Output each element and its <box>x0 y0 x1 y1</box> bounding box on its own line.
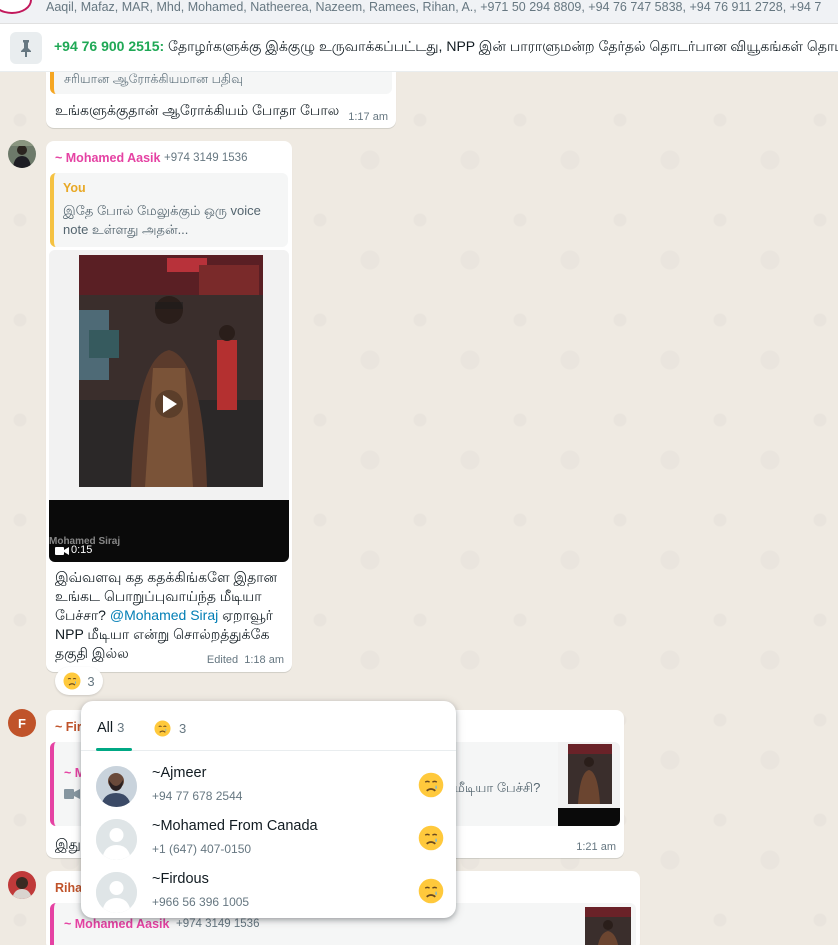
crying-face-icon <box>418 772 444 798</box>
edited-label: Edited <box>206 654 239 666</box>
sender-phone: +974 3149 1536 <box>164 152 248 164</box>
message-text: இவ்வளவு கத கதக்கிங்களே இதான உங்கட பொறுப்… <box>55 568 285 663</box>
chat-header[interactable]: Aaqil, Mafaz, MAR, Mhd, Mohamed, Natheer… <box>0 0 838 24</box>
reactor-phone: +966 56 396 1005 <box>152 895 250 909</box>
reactions-popup[interactable]: All 3 3 ~Ajmeer +94 77 678 2544 ~Mohamed… <box>81 701 456 918</box>
video-camera-icon <box>55 547 69 555</box>
default-avatar-icon <box>96 872 137 913</box>
message-text: உங்களுக்குதான் ஆரோக்கியம் போதா போல <box>55 102 340 118</box>
tab-crying-emoji[interactable]: 3 <box>154 720 186 737</box>
crying-face-icon <box>154 720 171 737</box>
video-message[interactable]: Mohamed Siraj 0:15 <box>49 250 289 562</box>
group-avatar[interactable] <box>0 0 32 14</box>
reactor-name: ~Mohamed From Canada <box>152 818 318 834</box>
crying-face-icon <box>63 672 81 690</box>
reactor-name: ~Firdous <box>152 871 209 887</box>
video-duration: 0:15 <box>71 544 93 556</box>
tab-all-label: All <box>97 720 114 736</box>
reaction-tabs: All 3 3 <box>81 701 456 751</box>
quoted-message[interactable]: You இதே போல் மேலுக்கும் ஒரு voice note உ… <box>50 173 288 247</box>
quoted-author: You <box>63 181 86 195</box>
reaction-count: 3 <box>87 673 95 689</box>
group-members-list: Aaqil, Mafaz, MAR, Mhd, Mohamed, Natheer… <box>46 0 822 14</box>
sender-avatar[interactable]: F <box>8 709 36 737</box>
crying-face-icon <box>418 878 444 904</box>
reactor-row[interactable]: ~Firdous +966 56 396 1005 <box>81 865 456 918</box>
quoted-message[interactable]: சரியான ஆரோக்கியமான பதிவு <box>50 72 392 94</box>
reactor-phone: +94 77 678 2544 <box>152 789 243 803</box>
crying-face-icon <box>418 825 444 851</box>
sender-avatar[interactable] <box>8 140 36 168</box>
reaction-chip[interactable]: 3 <box>55 667 103 695</box>
quoted-sender: ~ Mohamed Aasik <box>64 917 170 931</box>
reactor-row[interactable]: ~Mohamed From Canada +1 (647) 407-0150 <box>81 812 456 865</box>
mention-link[interactable]: @Mohamed Siraj <box>110 607 218 623</box>
tab-all-count: 3 <box>117 720 125 735</box>
message-bubble[interactable]: ~ Mohamed Aasik +974 3149 1536 You இதே ப… <box>46 141 292 672</box>
video-thumbnail <box>49 250 289 562</box>
tab-emoji-count: 3 <box>179 721 187 736</box>
pinned-message-bar[interactable]: +94 76 900 2515: தோழர்களுக்கு இக்குழு உர… <box>0 24 838 72</box>
video-camera-icon <box>64 789 80 799</box>
sender-name[interactable]: ~ Fir <box>55 720 82 734</box>
message-meta: Edited 1:18 am <box>207 654 284 666</box>
sender-name[interactable]: ~ Mohamed Aasik <box>55 151 160 165</box>
tab-all[interactable]: All 3 <box>97 720 124 736</box>
reactor-row[interactable]: ~Ajmeer +94 77 678 2544 <box>81 759 456 812</box>
pin-icon <box>10 31 42 64</box>
message-time: 1:17 am <box>348 111 388 123</box>
quoted-video-thumbnail <box>585 907 631 945</box>
quoted-text: சரியான ஆரோக்கியமான பதிவு <box>64 72 244 86</box>
reactor-avatar <box>96 766 137 807</box>
pinned-message-text: +94 76 900 2515: தோழர்களுக்கு இக்குழு உர… <box>54 38 838 57</box>
quoted-video-thumbnail <box>558 742 620 826</box>
quoted-text: இதே போல் மேலுக்கும் ஒரு voice note உள்ளத… <box>63 203 261 237</box>
sender-avatar[interactable] <box>8 871 36 899</box>
message-bubble[interactable]: சரியான ஆரோக்கியமான பதிவு உங்களுக்குதான் … <box>46 72 396 128</box>
quoted-sender-phone: +974 3149 1536 <box>176 918 260 930</box>
message-text: இது <box>55 836 81 852</box>
reactor-phone: +1 (647) 407-0150 <box>152 842 252 856</box>
sender-name[interactable]: Riha <box>55 881 82 895</box>
reactor-name: ~Ajmeer <box>152 765 207 781</box>
default-avatar-icon <box>96 819 137 860</box>
pinned-sender-phone: +94 76 900 2515: <box>54 38 165 54</box>
message-time: 1:21 am <box>576 841 616 853</box>
message-time: 1:18 am <box>244 654 284 666</box>
pinned-body: தோழர்களுக்கு இக்குழு உருவாக்கப்பட்டது, N… <box>164 38 838 54</box>
active-tab-indicator <box>96 748 132 751</box>
